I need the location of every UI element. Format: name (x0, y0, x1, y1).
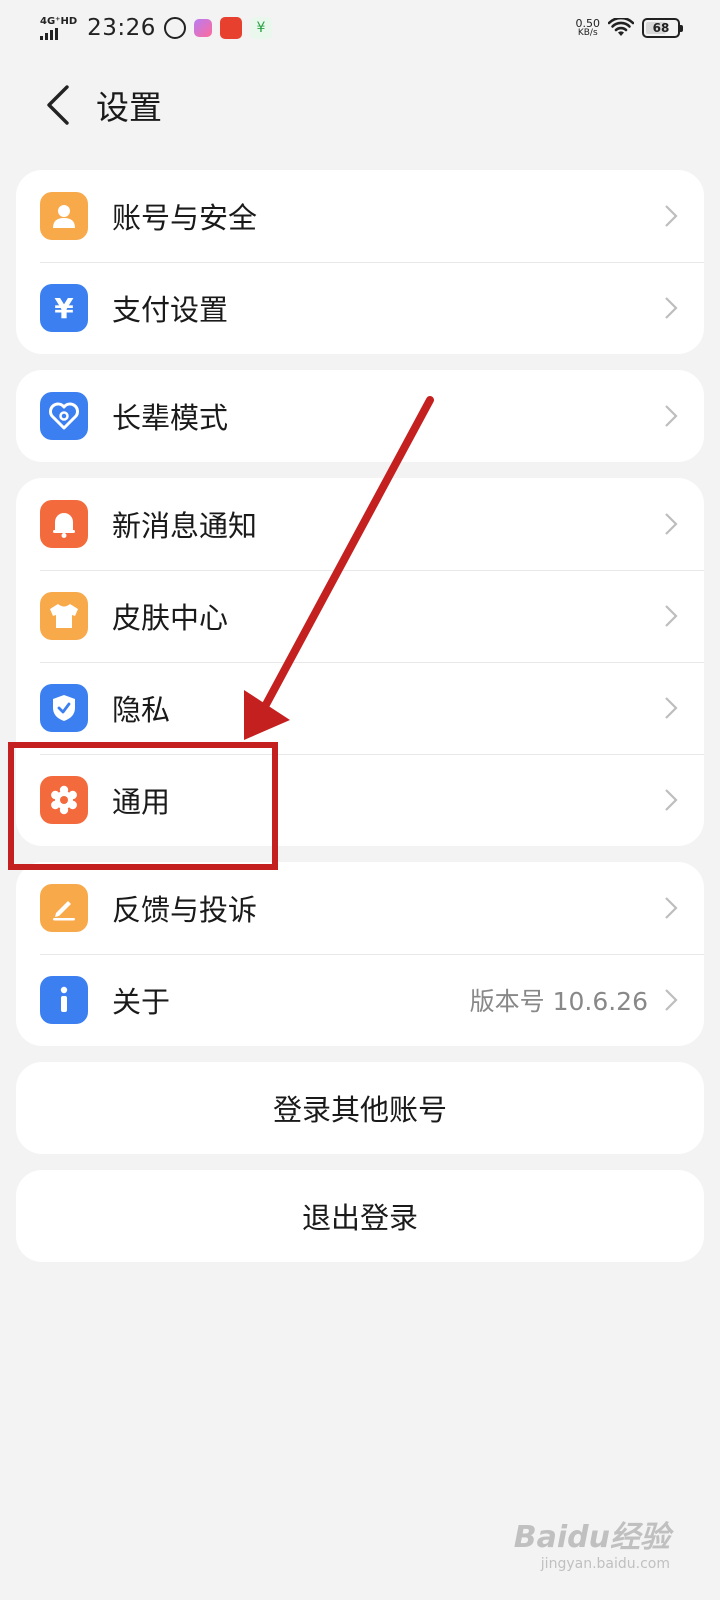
chevron-right-icon (665, 697, 678, 719)
settings-item-account-security[interactable]: 账号与安全 (16, 170, 704, 262)
network-label: 4G⁺HD (40, 15, 78, 27)
info-icon (40, 976, 88, 1024)
settings-item-payment[interactable]: ¥ 支付设置 (16, 262, 704, 354)
switch-account-label: 登录其他账号 (272, 1093, 447, 1127)
notification-yuan-icon: ¥ (249, 17, 272, 39)
settings-item-label: 新消息通知 (112, 509, 258, 543)
watermark: Baidu经验 jingyan.baidu.com (514, 1512, 670, 1572)
chevron-left-icon (47, 85, 69, 125)
network-indicator: 4G⁺HD (40, 15, 78, 40)
chevron-right-icon (665, 513, 678, 535)
settings-item-label: 关于 (112, 985, 171, 1019)
settings-group-elder: 长辈模式 (16, 370, 704, 462)
back-button[interactable] (28, 75, 88, 135)
settings-item-about[interactable]: 关于 版本号 10.6.26 (16, 954, 704, 1046)
pencil-icon (40, 884, 88, 932)
version-number: 版本号 10.6.26 (469, 987, 648, 1016)
notification-shop-icon (219, 17, 242, 39)
switch-account-button[interactable]: 登录其他账号 (16, 1062, 704, 1154)
chevron-right-icon (665, 989, 678, 1011)
chevron-right-icon (665, 297, 678, 319)
status-bar: 4G⁺HD 23:26 ¥ 0.50 KB/s 68 (0, 0, 720, 56)
chevron-right-icon (665, 205, 678, 227)
settings-group-account: 账号与安全 ¥ 支付设置 (16, 170, 704, 354)
watermark-main: Baidu经验 (513, 1520, 670, 1555)
person-icon (40, 192, 88, 240)
settings-item-privacy[interactable]: 隐私 (16, 662, 704, 754)
settings-group-about: 反馈与投诉 关于 版本号 10.6.26 (16, 862, 704, 1046)
chevron-right-icon (665, 405, 678, 427)
header: 设置 (0, 70, 720, 140)
chevron-right-icon (665, 789, 678, 811)
logout-button[interactable]: 退出登录 (16, 1170, 704, 1262)
battery-icon: 68 (642, 18, 683, 38)
battery-level: 68 (652, 21, 670, 35)
chevron-right-icon (665, 897, 678, 919)
settings-item-elder-mode[interactable]: 长辈模式 (16, 370, 704, 462)
yuan-icon: ¥ (40, 284, 88, 332)
shirt-icon (40, 592, 88, 640)
network-speed: 0.50 KB/s (576, 18, 601, 38)
app-badge-icon (163, 17, 186, 39)
chevron-right-icon (665, 605, 678, 627)
speed-unit: KB/s (577, 28, 598, 38)
settings-item-label: 隐私 (112, 693, 171, 727)
page-title: 设置 (96, 88, 162, 127)
settings-item-label: 反馈与投诉 (112, 893, 258, 927)
bell-icon (40, 500, 88, 548)
status-time: 23:26 (87, 15, 156, 41)
watermark-sub: jingyan.baidu.com (540, 1556, 670, 1572)
status-bar-left: 4G⁺HD 23:26 ¥ (40, 15, 272, 41)
signal-icon (40, 27, 58, 40)
settings-item-notifications[interactable]: 新消息通知 (16, 478, 704, 570)
settings-item-label: 长辈模式 (112, 401, 229, 435)
wifi-icon (608, 18, 634, 36)
status-bar-right: 0.50 KB/s 68 (576, 18, 683, 38)
settings-item-skin-center[interactable]: 皮肤中心 (16, 570, 704, 662)
notification-app-icon (193, 19, 212, 37)
shield-icon (40, 684, 88, 732)
logout-label: 退出登录 (301, 1201, 418, 1235)
settings-item-feedback[interactable]: 反馈与投诉 (16, 862, 704, 954)
heart-icon (40, 392, 88, 440)
settings-item-label: 支付设置 (112, 293, 229, 327)
highlight-box (8, 742, 278, 870)
settings-item-label: 皮肤中心 (112, 601, 229, 635)
settings-item-label: 账号与安全 (112, 201, 258, 235)
